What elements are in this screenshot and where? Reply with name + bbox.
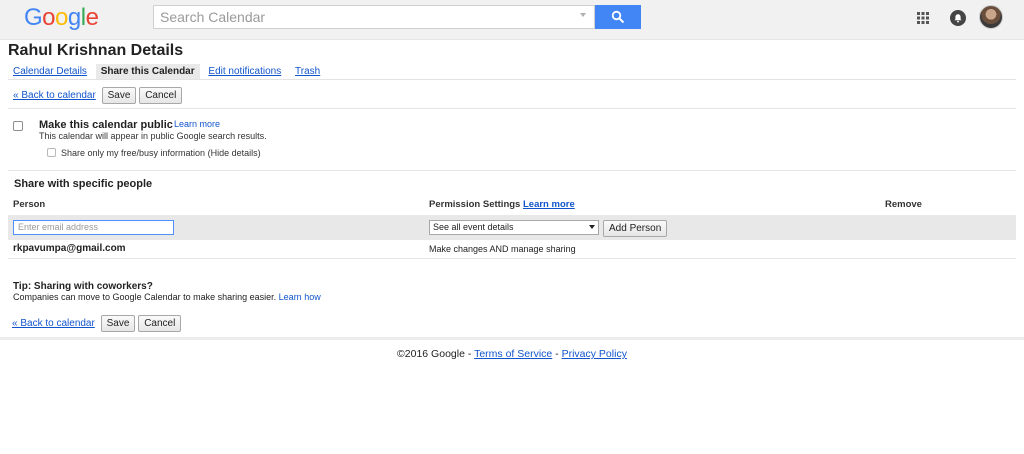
tab-edit-notifications[interactable]: Edit notifications: [203, 64, 286, 79]
save-button[interactable]: Save: [100, 315, 136, 332]
public-learn-more-link[interactable]: Learn more: [174, 119, 220, 129]
terms-of-service-link[interactable]: Terms of Service: [474, 348, 552, 360]
search-button[interactable]: [595, 5, 641, 29]
search-placeholder: Search Calendar: [160, 9, 266, 25]
footer: ©2016 Google - Terms of Service - Privac…: [0, 348, 1024, 360]
back-to-calendar-link[interactable]: « Back to calendar: [12, 318, 95, 329]
learn-how-link[interactable]: Learn how: [279, 292, 321, 302]
public-description: This calendar will appear in public Goog…: [39, 131, 267, 141]
divider: [8, 170, 1016, 171]
apps-grid-icon[interactable]: [917, 12, 929, 24]
divider: [8, 108, 1016, 109]
cancel-button[interactable]: Cancel: [139, 87, 183, 104]
permission-select[interactable]: See all event details: [429, 220, 599, 235]
shared-person-email: rkpavumpa@gmail.com: [13, 243, 126, 254]
logo-letter: o: [42, 4, 56, 31]
tab-bar: Calendar Details Share this Calendar Edi…: [8, 64, 326, 80]
logo-letter: G: [24, 4, 43, 31]
logo-letter: g: [67, 4, 81, 31]
copyright: ©2016 Google -: [397, 348, 475, 360]
top-actions: « Back to calendar Save Cancel: [13, 87, 183, 104]
top-bar: Google Search Calendar: [0, 0, 1024, 40]
permission-selected-value: See all event details: [433, 222, 514, 232]
share-section-title: Share with specific people: [14, 178, 153, 190]
tip-title: Tip: Sharing with coworkers?: [13, 281, 153, 292]
chevron-down-icon[interactable]: [589, 225, 595, 229]
make-public-checkbox[interactable]: [13, 121, 23, 131]
footer-divider: [0, 337, 1024, 340]
notifications-icon[interactable]: [950, 10, 966, 26]
divider: [8, 79, 1016, 80]
free-busy-checkbox[interactable]: [47, 148, 56, 157]
tab-calendar-details[interactable]: Calendar Details: [8, 64, 92, 79]
bottom-actions: « Back to calendar Save Cancel: [12, 315, 182, 332]
tip-text: Companies can move to Google Calendar to…: [13, 292, 277, 302]
tab-share-this-calendar[interactable]: Share this Calendar: [95, 64, 200, 79]
email-placeholder: Enter email address: [18, 222, 99, 232]
save-button[interactable]: Save: [101, 87, 137, 104]
logo-letter: e: [85, 4, 99, 31]
email-field[interactable]: Enter email address: [13, 220, 174, 235]
search-input[interactable]: Search Calendar: [153, 5, 595, 29]
tip-body: Companies can move to Google Calendar to…: [13, 292, 321, 302]
divider: [8, 258, 1016, 259]
logo-letter: o: [55, 4, 68, 31]
chevron-down-icon[interactable]: [580, 13, 586, 17]
permission-learn-more-link[interactable]: Learn more: [523, 199, 575, 210]
privacy-policy-link[interactable]: Privacy Policy: [562, 348, 627, 360]
footer-separator: -: [552, 348, 562, 360]
make-public-label: Make this calendar public: [39, 119, 173, 131]
free-busy-label: Share only my free/busy information (Hid…: [61, 148, 261, 158]
column-remove: Remove: [885, 199, 922, 210]
tab-trash[interactable]: Trash: [290, 64, 325, 79]
search-icon: [611, 10, 625, 24]
column-person: Person: [13, 199, 46, 210]
column-permission-label: Permission Settings: [429, 199, 521, 210]
column-permission: Permission Settings Learn more: [429, 199, 575, 210]
shared-person-permission: Make changes AND manage sharing: [429, 244, 576, 254]
google-logo[interactable]: Google: [24, 4, 99, 32]
page-title: Rahul Krishnan Details: [8, 42, 184, 59]
add-person-button[interactable]: Add Person: [603, 220, 668, 237]
back-to-calendar-link[interactable]: « Back to calendar: [13, 90, 96, 101]
avatar[interactable]: [979, 5, 1003, 29]
cancel-button[interactable]: Cancel: [138, 315, 182, 332]
bell-icon: [954, 14, 962, 23]
